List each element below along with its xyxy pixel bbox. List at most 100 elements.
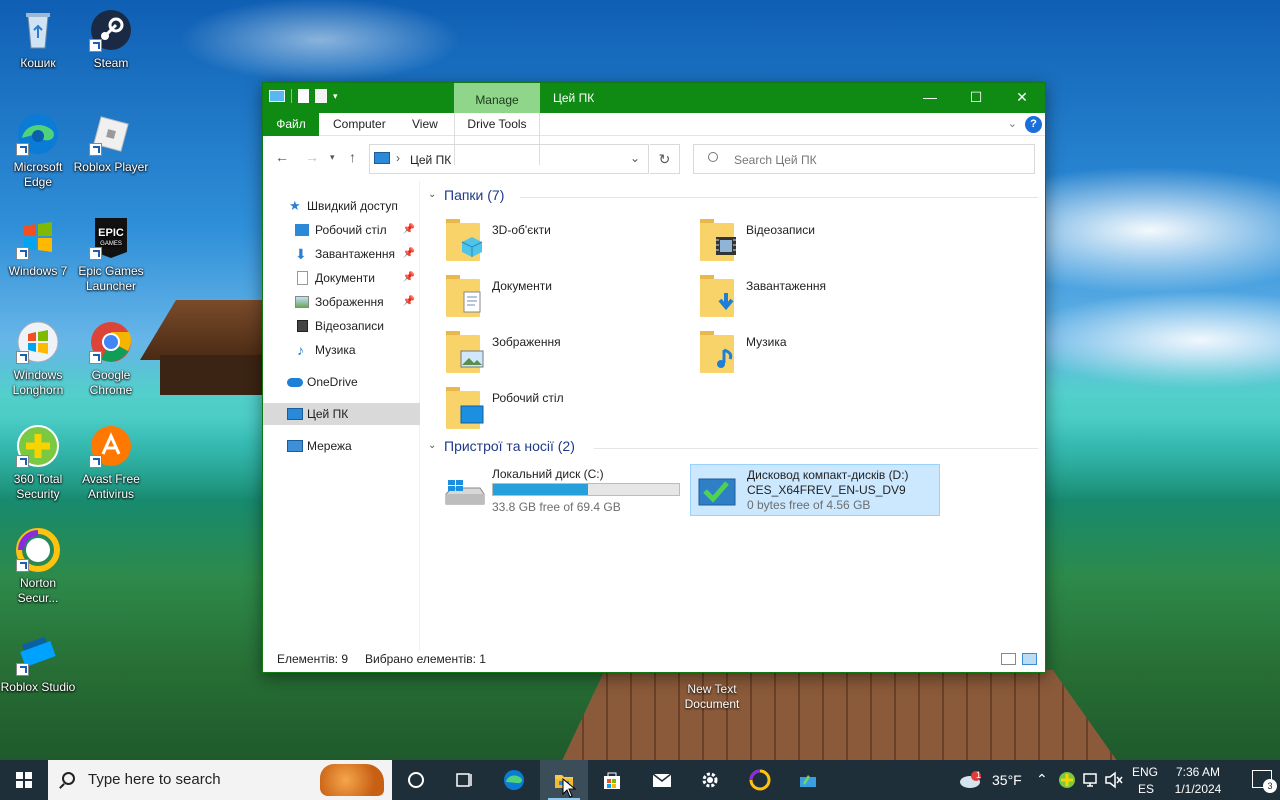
task-view-button[interactable] bbox=[440, 760, 488, 800]
shortcut-arrow-icon bbox=[16, 663, 29, 676]
properties-icon[interactable] bbox=[298, 89, 309, 103]
tab-file[interactable]: Файл bbox=[263, 113, 319, 136]
nav-item-videos[interactable]: Відеозаписи bbox=[263, 315, 420, 337]
breadcrumb-separator-icon[interactable]: › bbox=[396, 151, 400, 165]
desktop-icon-steam[interactable]: Steam bbox=[73, 8, 149, 71]
expand-ribbon-icon[interactable]: ⌄ bbox=[1008, 117, 1017, 130]
computer-icon bbox=[374, 152, 390, 164]
folder-music[interactable]: Музика bbox=[696, 327, 946, 377]
pin-icon[interactable]: 📌 bbox=[403, 291, 415, 313]
tab-computer[interactable]: Computer bbox=[319, 113, 400, 136]
desktop-icon-360-total-security[interactable]: 360 Total Security bbox=[0, 424, 76, 502]
folder-3d-icon bbox=[446, 217, 486, 261]
close-button[interactable]: ✕ bbox=[999, 83, 1045, 113]
360-tray-icon[interactable] bbox=[1058, 771, 1076, 800]
cortana-button[interactable] bbox=[392, 760, 440, 800]
taskbar-norton[interactable] bbox=[736, 760, 784, 800]
content-area: ⌄ Папки (7) 3D-об'єкти Відеозаписи Докум… bbox=[428, 181, 1040, 651]
chevron-down-icon[interactable]: ⌄ bbox=[428, 440, 436, 451]
edge-icon bbox=[16, 112, 60, 156]
taskbar-settings[interactable] bbox=[686, 760, 734, 800]
desktop-icon-google-chrome[interactable]: Google Chrome bbox=[73, 320, 149, 398]
star-icon: ★ bbox=[289, 198, 301, 213]
breadcrumb[interactable]: Цей ПК bbox=[410, 153, 451, 167]
pin-icon[interactable]: 📌 bbox=[403, 267, 415, 289]
svg-text:GAMES: GAMES bbox=[100, 241, 122, 247]
nav-item-network[interactable]: Мережа bbox=[263, 435, 420, 457]
address-bar[interactable]: › Цей ПК ⌄ bbox=[369, 144, 649, 174]
folder-documents[interactable]: Документи bbox=[442, 271, 692, 321]
nav-item-pictures[interactable]: Зображення 📌 bbox=[263, 291, 420, 313]
show-hidden-icons-icon[interactable]: ⌃ bbox=[1036, 771, 1048, 800]
desktop-icon-edge[interactable]: Microsoft Edge bbox=[0, 112, 76, 190]
new-folder-icon[interactable] bbox=[315, 89, 327, 103]
minimize-button[interactable]: — bbox=[907, 83, 953, 113]
search-highlight-fox-image[interactable] bbox=[320, 764, 384, 796]
details-view-icon[interactable] bbox=[1001, 653, 1016, 665]
roblox-icon bbox=[89, 112, 133, 156]
start-button[interactable] bbox=[0, 760, 48, 800]
nav-item-desktop[interactable]: Робочий стіл 📌 bbox=[263, 219, 420, 241]
desktop-icon-roblox-studio[interactable]: Roblox Studio bbox=[0, 632, 76, 695]
desktop-icon-windows-longhorn[interactable]: Windows Longhorn bbox=[0, 320, 76, 398]
pin-icon[interactable]: 📌 bbox=[403, 243, 415, 265]
network-icon[interactable] bbox=[1082, 771, 1100, 800]
quick-access-toolbar: ▾ bbox=[269, 89, 338, 103]
maximize-button[interactable]: ☐ bbox=[953, 83, 999, 113]
nav-item-quick-access[interactable]: ★ Швидкий доступ bbox=[263, 195, 420, 217]
refresh-button[interactable]: ↻ bbox=[650, 144, 680, 174]
forward-arrow-icon[interactable]: → bbox=[305, 149, 319, 165]
desktop-icon-recycle-bin[interactable]: Кошик bbox=[0, 8, 76, 71]
search-input[interactable]: Search Цей ПК bbox=[693, 144, 1035, 174]
group-header-folders[interactable]: ⌄ Папки (7) bbox=[428, 187, 1038, 207]
group-header-devices[interactable]: ⌄ Пристрої та носії (2) bbox=[428, 438, 1038, 458]
mouse-cursor-icon bbox=[562, 778, 576, 798]
folder-pictures[interactable]: Зображення bbox=[442, 327, 692, 377]
taskbar-search-input[interactable]: Type here to search bbox=[48, 760, 392, 800]
up-arrow-icon[interactable]: ↑ bbox=[349, 149, 356, 165]
avast-icon bbox=[89, 424, 133, 468]
taskbar-edge[interactable] bbox=[490, 760, 538, 800]
large-icons-view-icon[interactable] bbox=[1022, 653, 1037, 665]
taskbar-microsoft-store[interactable] bbox=[588, 760, 636, 800]
nav-item-this-pc[interactable]: Цей ПК bbox=[263, 403, 420, 425]
nav-item-downloads[interactable]: ⬇ Завантаження 📌 bbox=[263, 243, 420, 265]
nav-item-onedrive[interactable]: OneDrive bbox=[263, 371, 420, 393]
taskbar-mail[interactable] bbox=[638, 760, 686, 800]
folder-downloads[interactable]: Завантаження bbox=[696, 271, 946, 321]
chevron-down-icon[interactable]: ⌄ bbox=[428, 189, 436, 200]
recent-locations-icon[interactable]: ▾ bbox=[330, 152, 335, 163]
shortcut-arrow-icon bbox=[89, 39, 102, 52]
volume-muted-icon[interactable] bbox=[1104, 771, 1124, 800]
taskbar-notepad[interactable] bbox=[784, 760, 832, 800]
tab-view[interactable]: View bbox=[398, 113, 452, 136]
desktop-file-new-text-document[interactable]: New Text Document bbox=[676, 682, 748, 712]
window-title: Цей ПК bbox=[553, 91, 595, 105]
title-bar[interactable]: ▾ Manage Цей ПК — ☐ ✕ bbox=[263, 83, 1045, 113]
desktop-icon-norton[interactable]: Norton Secur... bbox=[0, 528, 76, 606]
help-icon[interactable]: ? bbox=[1025, 116, 1042, 133]
desktop-icon-epic-games[interactable]: EPIC GAMES Epic Games Launcher bbox=[73, 216, 149, 294]
desktop-icon-avast[interactable]: Avast Free Antivirus bbox=[73, 424, 149, 502]
nav-item-music[interactable]: ♪ Музика bbox=[263, 339, 420, 361]
action-center-icon[interactable]: 3 bbox=[1252, 770, 1277, 793]
desktop-icon bbox=[295, 224, 309, 236]
pin-icon[interactable]: 📌 bbox=[403, 219, 415, 241]
folder-3d-objects[interactable]: 3D-об'єкти bbox=[442, 215, 692, 265]
customize-qat-icon[interactable]: ▾ bbox=[333, 91, 338, 102]
epic-games-icon: EPIC GAMES bbox=[89, 216, 133, 260]
clock[interactable]: 7:36 AM 1/1/2024 bbox=[1170, 760, 1226, 800]
nav-item-documents[interactable]: Документи 📌 bbox=[263, 267, 420, 289]
divider bbox=[594, 448, 1038, 449]
drive-c[interactable]: Локальний диск (C:) 33.8 GB free of 69.4… bbox=[436, 464, 686, 516]
shortcut-arrow-icon bbox=[16, 455, 29, 468]
drive-d[interactable]: Дисковод компакт-дисків (D:) CES_X64FREV… bbox=[690, 464, 940, 516]
back-arrow-icon[interactable]: ← bbox=[275, 149, 289, 165]
folder-desktop[interactable]: Робочий стіл bbox=[442, 383, 692, 433]
tab-manage[interactable]: Manage bbox=[454, 83, 540, 113]
desktop-icon-windows-7[interactable]: Windows 7 bbox=[0, 216, 76, 279]
cloud-icon bbox=[287, 378, 303, 387]
desktop-icon-roblox-player[interactable]: Roblox Player bbox=[73, 112, 149, 175]
folder-videos[interactable]: Відеозаписи bbox=[696, 215, 946, 265]
chevron-down-icon[interactable]: ⌄ bbox=[630, 151, 640, 165]
